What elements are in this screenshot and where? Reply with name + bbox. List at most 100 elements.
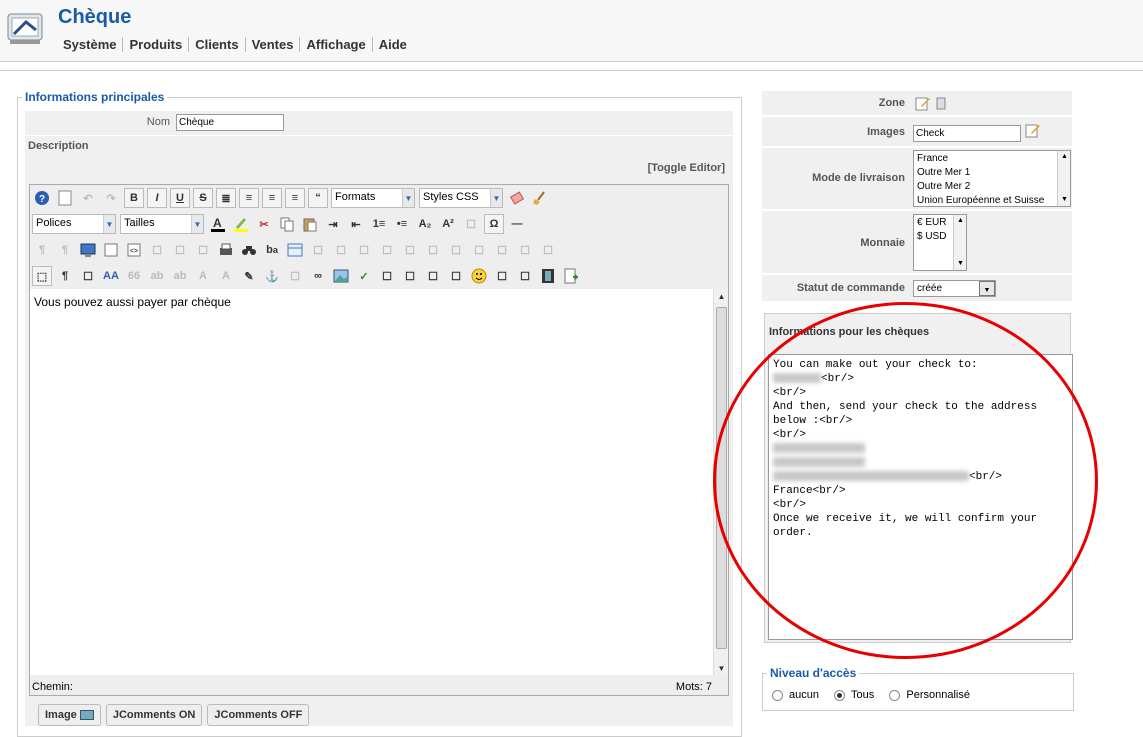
redo-icon[interactable]: ↷ xyxy=(101,188,121,208)
delete-col-icon[interactable]: ☐ xyxy=(492,240,512,260)
bold-icon[interactable]: B xyxy=(124,188,144,208)
menu-ventes[interactable]: Ventes xyxy=(244,37,300,52)
find-binoculars-icon[interactable] xyxy=(239,240,259,260)
paste-icon[interactable] xyxy=(300,214,320,234)
menu-systeme[interactable]: Système xyxy=(58,37,122,52)
menu-clients[interactable]: Clients xyxy=(188,37,244,52)
html-source-icon[interactable]: <> xyxy=(124,240,144,260)
image-icon[interactable] xyxy=(331,266,351,286)
delete-layer-icon[interactable]: ☐ xyxy=(446,266,466,286)
align-left-icon[interactable]: ≡ xyxy=(262,188,282,208)
insert-layer-icon[interactable]: ☐ xyxy=(423,266,443,286)
col-before-icon[interactable]: ☐ xyxy=(446,240,466,260)
menu-aide[interactable]: Aide xyxy=(371,37,413,52)
text-color-icon[interactable]: A xyxy=(208,214,228,234)
link-icon[interactable]: ∞ xyxy=(308,266,328,286)
scroll-down-icon[interactable]: ▼ xyxy=(714,661,729,675)
radio-personnalise[interactable] xyxy=(889,689,901,701)
scroll-up-icon[interactable]: ▲ xyxy=(954,215,967,227)
livraison-option[interactable]: Union Européenne et Suisse xyxy=(917,194,1057,208)
font-family-select[interactable]: Polices ▼ xyxy=(32,214,116,234)
copy-icon[interactable] xyxy=(277,214,297,234)
cut-icon[interactable]: ✂ xyxy=(254,214,274,234)
row-props-icon[interactable]: ☐ xyxy=(331,240,351,260)
special-char-icon[interactable]: Ω xyxy=(484,214,504,234)
nom-input[interactable] xyxy=(176,114,284,131)
spellcheck-icon[interactable]: ✓ xyxy=(354,266,374,286)
cleanup-broom-icon[interactable] xyxy=(530,188,550,208)
font-size-select[interactable]: Tailles ▼ xyxy=(120,214,204,234)
scroll-down-icon[interactable]: ▼ xyxy=(1058,194,1071,206)
listbox-scrollbar[interactable]: ▲ ▼ xyxy=(953,215,966,270)
delete-row-icon[interactable]: ☐ xyxy=(423,240,443,260)
scroll-down-icon[interactable]: ▼ xyxy=(954,258,967,270)
align-right-icon[interactable]: ≡ xyxy=(285,188,305,208)
ins-icon[interactable]: A xyxy=(216,266,236,286)
statut-select[interactable]: créée ▼ xyxy=(913,280,996,297)
horizontal-rule-icon[interactable]: — xyxy=(507,214,527,234)
merge-cells-icon[interactable]: ☐ xyxy=(538,240,558,260)
row-after-icon[interactable]: ☐ xyxy=(400,240,420,260)
visual-aid-icon[interactable]: ⬚ xyxy=(32,266,52,286)
superscript-icon[interactable]: A² xyxy=(438,214,458,234)
help-icon[interactable]: ? xyxy=(32,188,52,208)
menu-produits[interactable]: Produits xyxy=(122,37,188,52)
edit-icon[interactable] xyxy=(1025,122,1041,138)
undo-icon[interactable]: ↶ xyxy=(78,188,98,208)
insert-table-icon[interactable] xyxy=(285,240,305,260)
ltr-icon[interactable]: ¶ xyxy=(32,240,52,260)
disabled-tool-icon[interactable]: ☐ xyxy=(461,214,481,234)
styles-icon[interactable]: AA xyxy=(101,266,121,286)
document-icon[interactable]: ☐ xyxy=(492,266,512,286)
row-before-icon[interactable]: ☐ xyxy=(377,240,397,260)
unordered-list-icon[interactable]: •≡ xyxy=(392,214,412,234)
col-after-icon[interactable]: ☐ xyxy=(469,240,489,260)
monnaie-listbox[interactable]: € EUR $ USD ▲ ▼ xyxy=(913,214,967,271)
layer-icon[interactable]: ☐ xyxy=(78,266,98,286)
highlight-color-icon[interactable] xyxy=(231,214,251,234)
edit-icon[interactable] xyxy=(915,95,931,111)
pagebreak-icon[interactable]: ☐ xyxy=(377,266,397,286)
chevron-down-icon[interactable]: ▼ xyxy=(979,281,995,296)
formats-select[interactable]: Formats ▼ xyxy=(331,188,415,208)
cell-props-icon[interactable]: ☐ xyxy=(354,240,374,260)
toggle-editor-link[interactable]: [Toggle Editor] xyxy=(648,162,725,174)
add-file-icon[interactable] xyxy=(561,266,581,286)
show-blocks-icon[interactable]: ¶ xyxy=(55,266,75,286)
del-icon[interactable]: A xyxy=(193,266,213,286)
livraison-option[interactable]: Outre Mer 1 xyxy=(917,166,1067,180)
scroll-up-icon[interactable]: ▲ xyxy=(714,289,729,303)
unlink-icon[interactable]: ☐ xyxy=(285,266,305,286)
radio-tous[interactable] xyxy=(834,689,846,701)
scroll-up-icon[interactable]: ▲ xyxy=(1058,151,1071,163)
jcomments-off-button[interactable]: JComments OFF xyxy=(207,704,310,726)
split-cells-icon[interactable]: ☐ xyxy=(515,240,535,260)
delete-icon[interactable] xyxy=(935,95,951,111)
cite-icon[interactable]: ☐ xyxy=(170,240,190,260)
print-icon[interactable] xyxy=(216,240,236,260)
image-button[interactable]: Image xyxy=(38,704,101,726)
radio-aucun[interactable] xyxy=(772,689,783,701)
outdent-icon[interactable]: ⇤ xyxy=(346,214,366,234)
template-icon[interactable]: ☐ xyxy=(147,240,167,260)
abbr-icon-2[interactable]: ab xyxy=(147,266,167,286)
acronym-icon[interactable]: ab xyxy=(170,266,190,286)
align-center-icon[interactable]: ≡ xyxy=(239,188,259,208)
indent-icon[interactable]: ⇥ xyxy=(323,214,343,234)
media-icon[interactable] xyxy=(538,266,558,286)
emoticon-icon[interactable] xyxy=(469,266,489,286)
jcomments-on-button[interactable]: JComments ON xyxy=(105,704,203,726)
insert-image-icon[interactable]: ☐ xyxy=(515,266,535,286)
fullscreen-icon[interactable]: ☐ xyxy=(400,266,420,286)
abbr-icon[interactable]: ☐ xyxy=(193,240,213,260)
listbox-scrollbar[interactable]: ▲ ▼ xyxy=(1057,151,1070,206)
subscript-icon[interactable]: A₂ xyxy=(415,214,435,234)
livraison-listbox[interactable]: France Outre Mer 1 Outre Mer 2 Union Eur… xyxy=(913,150,1071,207)
cite-icon-2[interactable]: 66 xyxy=(124,266,144,286)
delete-table-icon[interactable]: ☐ xyxy=(308,240,328,260)
insert-date-icon[interactable] xyxy=(101,240,121,260)
ordered-list-icon[interactable]: 1≡ xyxy=(369,214,389,234)
attributes-icon[interactable]: ✎ xyxy=(239,266,259,286)
rtl-icon[interactable]: ¶ xyxy=(55,240,75,260)
images-input[interactable] xyxy=(913,125,1021,142)
